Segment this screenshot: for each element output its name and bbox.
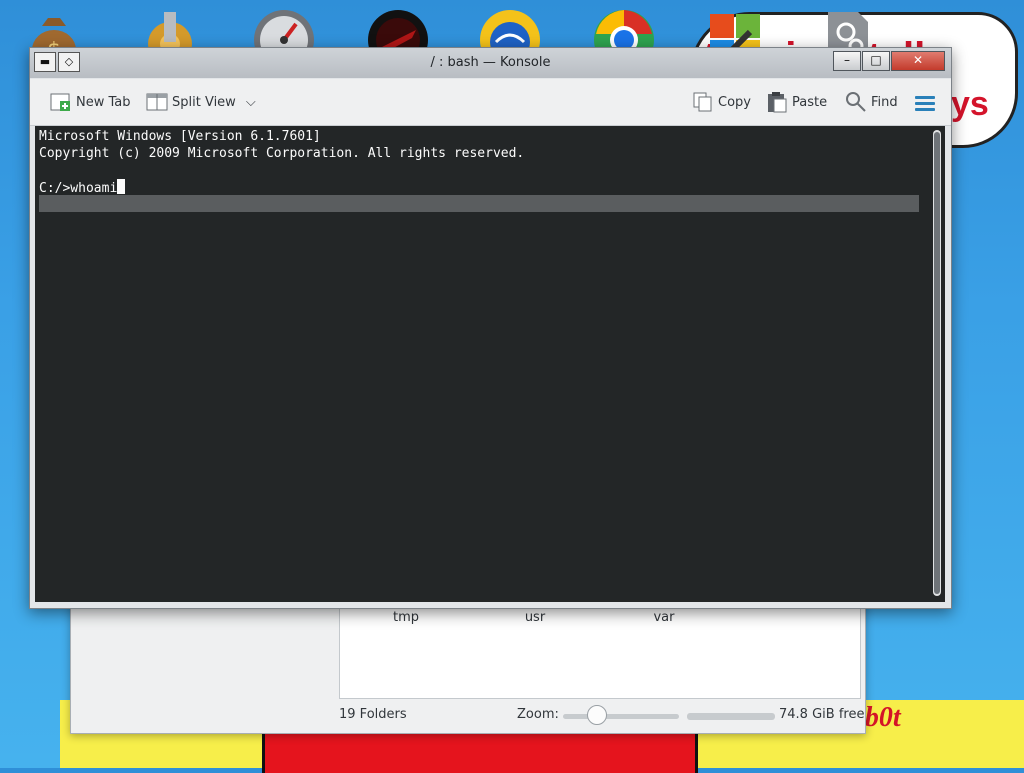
- hamburger-menu-icon[interactable]: [915, 96, 935, 114]
- terminal-scrollbar[interactable]: [933, 130, 941, 596]
- window-title: / : bash — Konsole: [430, 55, 551, 70]
- text-cursor: [117, 179, 126, 194]
- scrollbar-thumb[interactable]: [934, 132, 940, 594]
- terminal-highlight-line: [39, 195, 919, 212]
- zoom-slider-handle[interactable]: [587, 705, 607, 725]
- free-space-bar: [687, 713, 775, 720]
- split-view-button[interactable]: Split View ⌵: [146, 91, 256, 113]
- title-bar[interactable]: ▬ ◇ / : bash — Konsole – □ ✕: [30, 48, 951, 78]
- paste-button[interactable]: Paste: [766, 91, 827, 113]
- folder-item[interactable]: var: [624, 610, 704, 625]
- terminal-prompt-line: C:/>whoami: [39, 181, 118, 196]
- bubble-text-end: ys: [951, 85, 989, 123]
- terminal-line: Microsoft Windows [Version 6.1.7601]: [39, 129, 321, 144]
- konsole-window[interactable]: ▬ ◇ / : bash — Konsole – □ ✕ New Tab Spl…: [29, 47, 952, 609]
- toolbar: New Tab Split View ⌵ Copy Paste Find: [30, 79, 951, 126]
- folder-count: 19 Folders: [339, 707, 407, 722]
- window-controls: – □ ✕: [832, 51, 945, 71]
- copy-icon: [692, 91, 714, 113]
- chevron-down-icon[interactable]: ⌵: [246, 95, 256, 110]
- new-tab-label: New Tab: [76, 94, 131, 110]
- terminal-area[interactable]: Microsoft Windows [Version 6.1.7601] Cop…: [35, 126, 945, 602]
- zoom-label: Zoom:: [517, 707, 559, 722]
- close-button[interactable]: ✕: [891, 51, 945, 71]
- find-button[interactable]: Find: [845, 91, 898, 113]
- minimize-button[interactable]: –: [833, 51, 861, 71]
- copy-button[interactable]: Copy: [692, 91, 751, 113]
- split-view-label: Split View: [172, 94, 236, 110]
- wallpaper-cartoon-red: [262, 730, 698, 773]
- zoom-slider-track[interactable]: [563, 714, 679, 719]
- free-space-text: 74.8 GiB free: [779, 707, 865, 722]
- terminal-output: Microsoft Windows [Version 6.1.7601] Cop…: [39, 128, 524, 197]
- file-manager-statusbar: 19 Folders Zoom: 74.8 GiB free: [71, 701, 865, 733]
- folder-item[interactable]: tmp: [366, 610, 446, 625]
- copy-label: Copy: [718, 94, 751, 110]
- paste-label: Paste: [792, 94, 828, 110]
- find-label: Find: [871, 94, 898, 110]
- paste-icon: [766, 91, 788, 113]
- maximize-button[interactable]: □: [862, 51, 890, 71]
- new-tab-button[interactable]: New Tab: [50, 91, 131, 113]
- folder-item[interactable]: usr: [495, 610, 575, 625]
- split-view-icon: [146, 91, 168, 113]
- new-tab-icon: [50, 91, 72, 113]
- terminal-line: Copyright (c) 2009 Microsoft Corporation…: [39, 146, 525, 161]
- search-icon: [845, 91, 867, 113]
